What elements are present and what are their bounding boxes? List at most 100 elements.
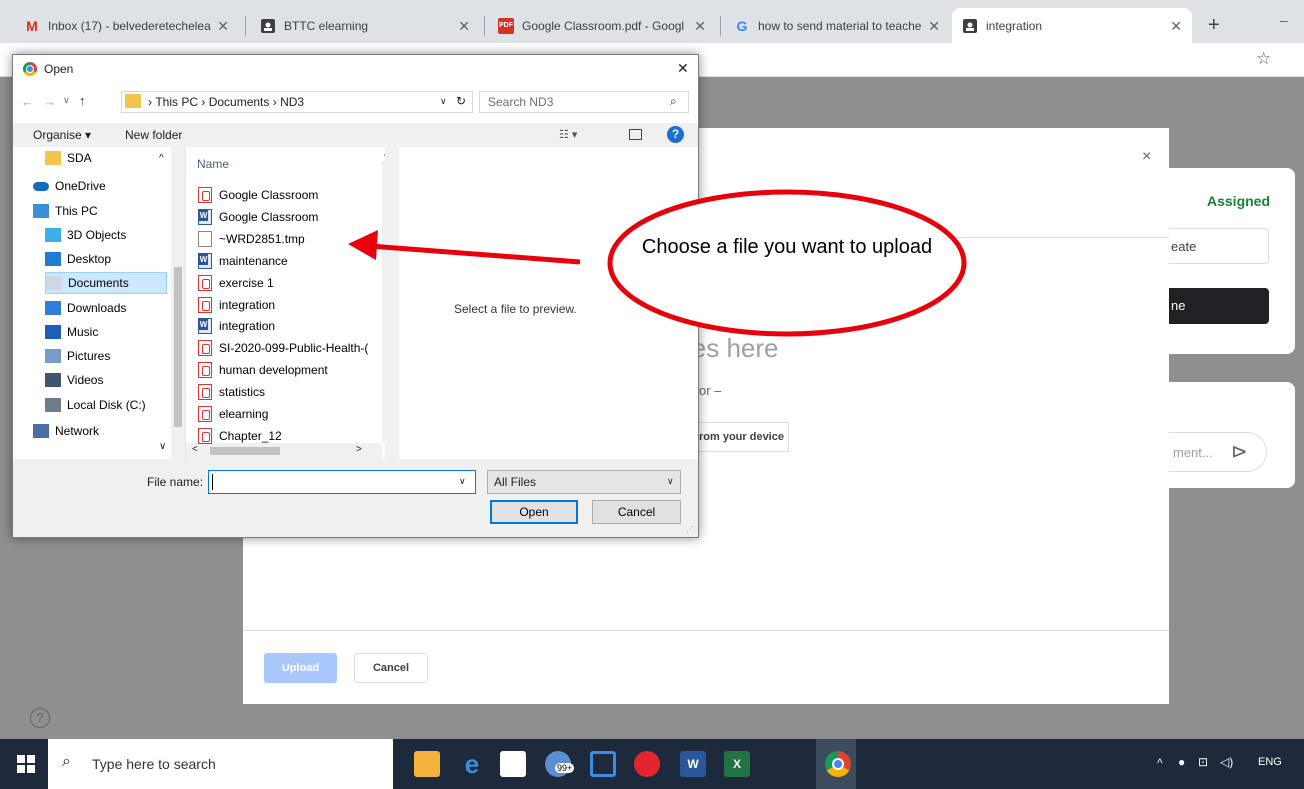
pdf-file-icon xyxy=(198,384,212,401)
file-name-label: File name: xyxy=(147,475,204,489)
file-item[interactable]: SI-2020-099-Public-Health-( xyxy=(198,337,378,359)
send-icon[interactable]: ⊳ xyxy=(1231,439,1248,464)
nav-scroll-down-icon[interactable]: ∨ xyxy=(159,441,166,452)
help-icon[interactable]: ? xyxy=(667,126,684,143)
minimize-button[interactable]: – xyxy=(1280,12,1288,28)
cube-icon xyxy=(45,228,61,242)
volume-icon[interactable]: ◁) xyxy=(1220,755,1233,769)
breadcrumb-nd3[interactable]: ND3 xyxy=(280,95,304,109)
file-item[interactable]: Chapter_12 xyxy=(198,425,378,447)
annotation-arrowhead xyxy=(348,230,378,260)
language-indicator[interactable]: ENG xyxy=(1258,756,1282,768)
tab-google-classroom-pdf[interactable]: PDF Google Classroom.pdf - Googl ✕ xyxy=(488,8,716,43)
people-icon[interactable]: ● xyxy=(1178,755,1185,769)
address-bar[interactable]: › This PC › Documents › ND3 ∨ ↻ xyxy=(121,91,473,113)
list-scroll-down-icon[interactable]: ∨ xyxy=(384,427,385,438)
taskbar-active-chrome[interactable] xyxy=(816,739,856,789)
sidebar-item-desktop[interactable]: Desktop xyxy=(45,248,111,270)
close-tab-icon[interactable]: ✕ xyxy=(928,18,940,35)
select-from-device-button[interactable]: rom your device xyxy=(693,422,789,452)
close-tab-icon[interactable]: ✕ xyxy=(694,18,706,35)
scroll-left-icon[interactable]: < xyxy=(192,444,198,455)
organise-menu[interactable]: Organise ▾ xyxy=(33,128,91,142)
sidebar-item-this-pc[interactable]: This PC xyxy=(33,200,98,222)
tab-google-search[interactable]: G how to send material to teache ✕ xyxy=(724,8,950,43)
close-tab-icon[interactable]: ✕ xyxy=(1170,18,1182,35)
file-name-input[interactable]: ∨ xyxy=(208,470,476,494)
mark-done-button[interactable]: ne xyxy=(1167,288,1269,324)
word-icon[interactable]: W xyxy=(680,751,706,777)
opera-icon[interactable] xyxy=(634,751,660,777)
excel-icon[interactable]: X xyxy=(724,751,750,777)
tab-integration[interactable]: integration ✕ xyxy=(952,8,1192,43)
sidebar-item-documents[interactable]: Documents xyxy=(45,272,167,294)
sidebar-item-videos[interactable]: Videos xyxy=(45,369,103,391)
new-tab-button[interactable]: + xyxy=(1208,14,1220,37)
sidebar-item-sda[interactable]: SDA xyxy=(45,147,92,169)
sidebar-item-local-disk-c[interactable]: Local Disk (C:) xyxy=(45,394,146,416)
nav-scroll-thumb[interactable] xyxy=(174,267,182,427)
search-box[interactable]: Search ND3 ⌕ xyxy=(479,91,689,113)
resize-grip-icon[interactable]: ⋰ xyxy=(686,525,694,534)
address-dropdown-icon[interactable]: ∨ xyxy=(440,96,447,107)
file-explorer-icon[interactable] xyxy=(414,751,440,777)
disk-icon xyxy=(45,398,61,412)
view-options-icon[interactable]: ☷ ▾ xyxy=(559,128,577,141)
file-item-label: Chapter_12 xyxy=(219,428,282,443)
breadcrumb-this-pc[interactable]: This PC xyxy=(155,95,198,109)
sidebar-item-network[interactable]: Network xyxy=(33,420,99,442)
cancel-upload-button[interactable]: Cancel xyxy=(354,653,428,683)
file-type-dropdown-icon[interactable]: ∨ xyxy=(667,476,674,487)
comment-placeholder: ment... xyxy=(1173,445,1213,460)
tab-gmail[interactable]: M Inbox (17) - belvederetechelea ✕ xyxy=(14,8,239,43)
help-icon[interactable]: ? xyxy=(30,708,50,728)
cancel-button[interactable]: Cancel xyxy=(592,500,681,524)
sidebar-item-music[interactable]: Music xyxy=(45,321,98,343)
sidebar-item-downloads[interactable]: Downloads xyxy=(45,297,126,319)
annotation-callout: Choose a file you want to upload xyxy=(641,236,933,258)
h-scroll-thumb[interactable] xyxy=(210,447,280,455)
up-arrow-icon[interactable]: ↑ xyxy=(79,93,86,108)
search-icon: ⌕ xyxy=(62,753,71,770)
open-button[interactable]: Open xyxy=(490,500,578,524)
dialog-title-bar: Open ✕ xyxy=(13,55,698,83)
refresh-icon[interactable]: ↻ xyxy=(456,94,466,108)
close-tab-icon[interactable]: ✕ xyxy=(458,18,470,35)
show-hidden-icons[interactable]: ^ xyxy=(1157,756,1163,770)
tab-bttc-elearning[interactable]: BTTC elearning ✕ xyxy=(250,8,480,43)
back-arrow-icon[interactable]: ← xyxy=(21,94,34,109)
close-dialog-button[interactable]: ✕ xyxy=(677,60,689,77)
search-icon[interactable]: ⌕ xyxy=(670,94,677,109)
breadcrumb-documents[interactable]: Documents xyxy=(209,95,270,109)
forward-arrow-icon[interactable]: → xyxy=(43,94,56,109)
store-icon[interactable] xyxy=(500,751,526,777)
file-item[interactable]: statistics xyxy=(198,381,378,403)
edge-icon[interactable]: e xyxy=(459,751,485,777)
bookmark-star-icon[interactable]: ☆ xyxy=(1256,49,1271,69)
mail-app-icon[interactable]: 99+ xyxy=(545,751,575,777)
create-button[interactable]: eate xyxy=(1167,228,1269,264)
file-item[interactable]: human development xyxy=(198,359,378,381)
nav-scroll-up-icon[interactable]: ^ xyxy=(159,153,164,164)
windows-start-icon[interactable] xyxy=(17,755,35,773)
file-name-dropdown-icon[interactable]: ∨ xyxy=(459,476,466,487)
network-tray-icon[interactable]: ⊡ xyxy=(1198,755,1208,769)
upload-button[interactable]: Upload xyxy=(264,653,337,683)
file-item[interactable]: elearning xyxy=(198,403,378,425)
comment-input[interactable]: ment... ⊳ xyxy=(1167,432,1267,472)
status-assigned: Assigned xyxy=(1207,193,1271,209)
file-item-label: exercise 1 xyxy=(219,275,274,290)
sidebar-item-3d-objects[interactable]: 3D Objects xyxy=(45,224,126,246)
preview-pane-icon[interactable] xyxy=(629,129,642,140)
taskbar-search-box[interactable]: ⌕ Type here to search xyxy=(48,739,393,789)
file-type-select[interactable]: All Files ∨ xyxy=(487,470,681,494)
nav-scrollbar[interactable] xyxy=(171,147,185,459)
recent-locations-icon[interactable]: ∨ xyxy=(63,95,70,106)
tablet-app-icon[interactable] xyxy=(590,751,616,777)
column-header-name[interactable]: Name xyxy=(197,157,229,171)
sidebar-item-onedrive[interactable]: OneDrive xyxy=(33,175,106,197)
new-folder-button[interactable]: New folder xyxy=(125,128,182,142)
pc-icon xyxy=(33,204,49,218)
close-tab-icon[interactable]: ✕ xyxy=(217,18,229,35)
sidebar-item-pictures[interactable]: Pictures xyxy=(45,345,110,367)
